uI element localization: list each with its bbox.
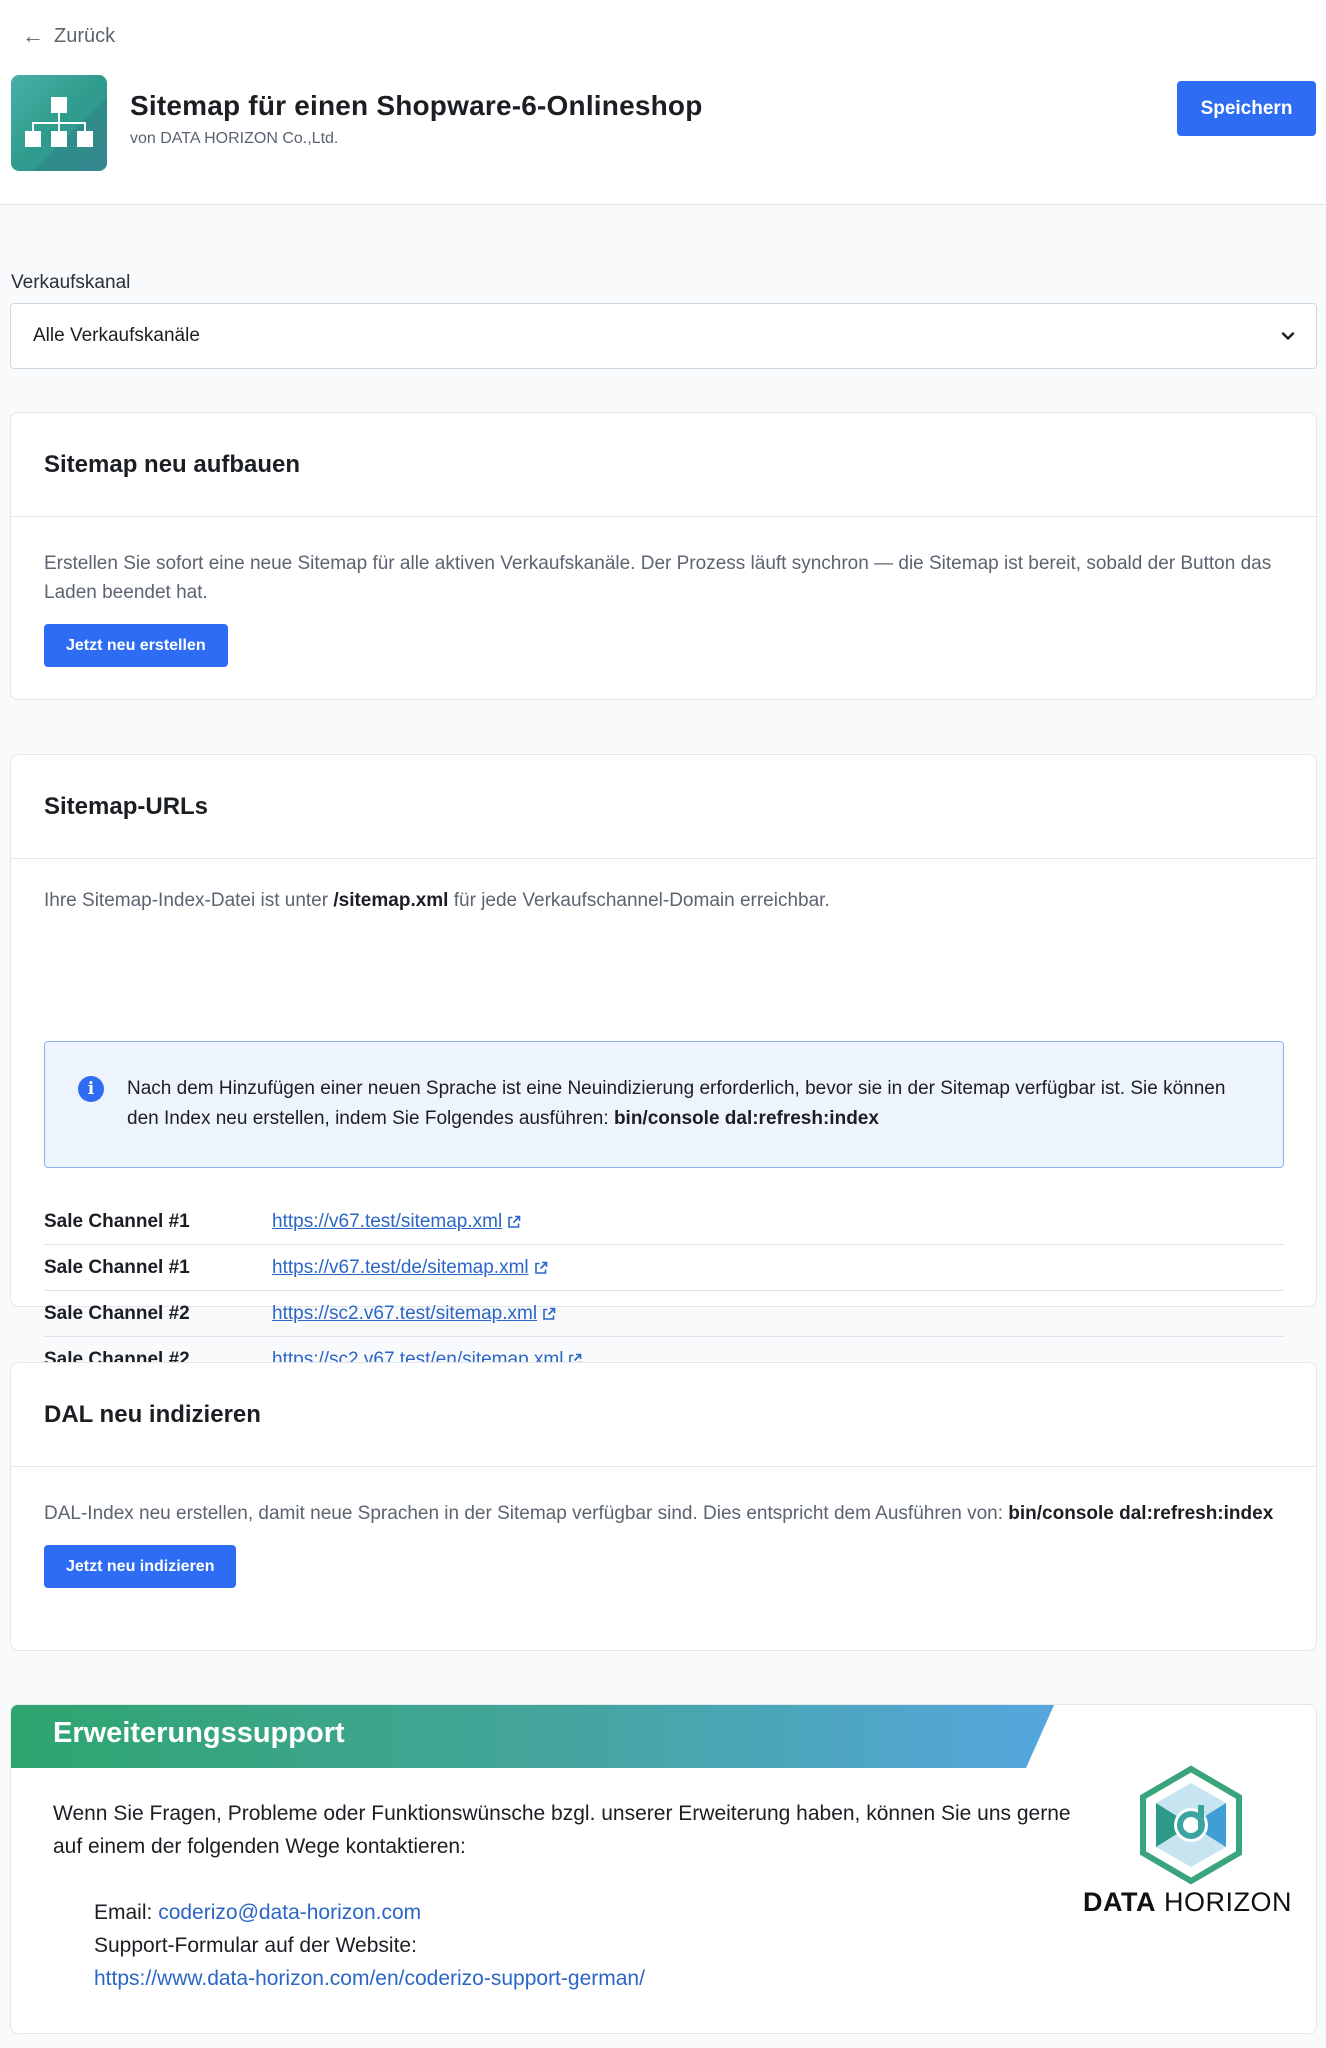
reindex-info-alert: i Nach dem Hinzufügen einer neuen Sprach… [44,1041,1284,1168]
info-icon: i [78,1076,104,1102]
urls-description: Ihre Sitemap-Index-Datei ist unter /site… [44,890,830,911]
external-link-icon [543,1307,556,1320]
reindex-now-button[interactable]: Jetzt neu indizieren [44,1545,237,1588]
channel-name: Sale Channel #2 [44,1302,190,1324]
dal-description: DAL-Index neu erstellen, damit neue Spra… [44,1503,1274,1524]
page-subtitle: von DATA HORIZON Co.,Ltd. [130,130,339,147]
sitemap-url-table: Sale Channel #1 https://v67.test/sitemap… [44,1199,1284,1383]
external-link-icon [534,1261,547,1274]
data-horizon-logo-icon [1140,1765,1242,1885]
chevron-down-icon [1281,332,1295,340]
save-button[interactable]: Speichern [1177,81,1316,136]
sales-channel-label: Verkaufskanal [11,272,131,293]
arrow-left-icon: ← [22,23,44,48]
support-contacts: Email: coderizo@data-horizon.com Support… [94,1896,994,1995]
sales-channel-select[interactable]: Alle Verkaufskanäle [10,303,1317,369]
support-text: Wenn Sie Fragen, Probleme oder Funktions… [53,1802,1071,1858]
urls-card-title: Sitemap-URLs [11,755,1316,859]
info-alert-text: Nach dem Hinzufügen einer neuen Sprache … [127,1078,1226,1129]
support-form-label: Support-Formular auf der Website: [94,1934,417,1957]
page-header: ← Zurück Sitemap für einen Shopware-6-On… [0,0,1326,205]
dal-card-title: DAL neu indizieren [11,1363,1316,1467]
rebuild-card-title: Sitemap neu aufbauen [11,413,1316,517]
sales-channel-value: Alle Verkaufskanäle [33,325,200,346]
support-email-line: Email: coderizo@data-horizon.com [94,1901,422,1924]
support-form-link[interactable]: https://www.data-horizon.com/en/coderizo… [94,1967,645,1990]
dal-reindex-card: DAL neu indizieren DAL-Index neu erstell… [10,1362,1317,1651]
table-row: Sale Channel #1 https://v67.test/de/site… [44,1245,1284,1291]
table-row: Sale Channel #2 https://sc2.v67.test/sit… [44,1291,1284,1337]
sitemap-url-link[interactable]: https://v67.test/de/sitemap.xml [272,1257,549,1279]
sitemap-urls-card: Sitemap-URLs Ihre Sitemap-Index-Datei is… [10,754,1317,1383]
rebuild-description: Erstellen Sie sofort eine neue Sitemap f… [44,553,1272,603]
data-horizon-logo-text: DATA HORIZON [1083,1887,1292,1917]
support-email-link[interactable]: coderizo@data-horizon.com [158,1901,421,1924]
extension-support-card: Erweiterungssupport Wenn Sie Fragen, Pro… [10,1704,1317,2034]
support-title: Erweiterungssupport [53,1717,345,1749]
back-label: Zurück [54,24,116,47]
page-title: Sitemap für einen Shopware-6-Onlineshop [130,90,703,121]
channel-name: Sale Channel #1 [44,1256,190,1278]
table-row: Sale Channel #1 https://v67.test/sitemap… [44,1199,1284,1245]
sitemap-icon [11,75,107,171]
back-link[interactable]: ← Zurück [22,22,115,50]
rebuild-sitemap-card: Sitemap neu aufbauen Erstellen Sie sofor… [10,412,1317,700]
sitemap-url-link[interactable]: https://v67.test/sitemap.xml [272,1211,522,1233]
rebuild-now-button[interactable]: Jetzt neu erstellen [44,624,228,667]
channel-name: Sale Channel #1 [44,1210,190,1232]
sitemap-url-link[interactable]: https://sc2.v67.test/sitemap.xml [272,1303,557,1325]
external-link-icon [508,1215,521,1228]
